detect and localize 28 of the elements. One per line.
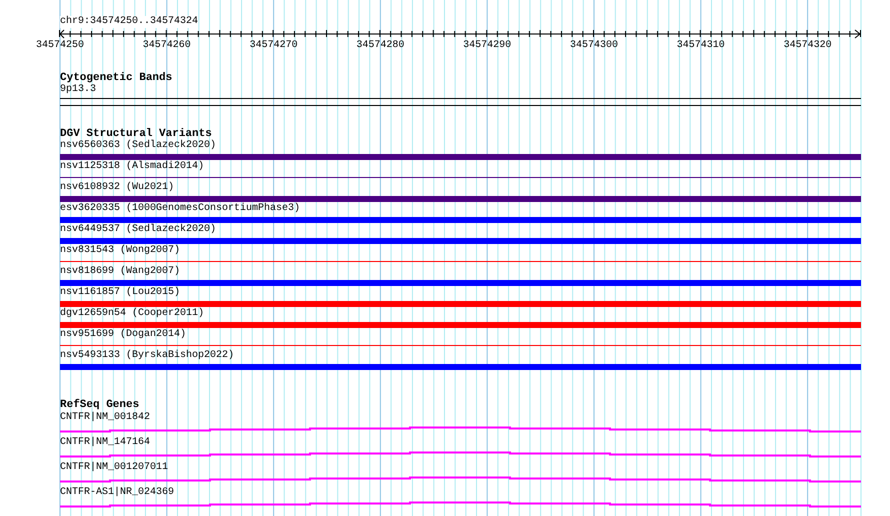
variant-label: nsv818699 (Wang2007) bbox=[60, 266, 180, 278]
ruler-label: 34574320 bbox=[782, 40, 833, 52]
variant-label: nsv6449537 (Sedlazeck2020) bbox=[60, 224, 216, 236]
track-title: DGV Structural Variants bbox=[60, 128, 212, 140]
gene-label: CNTFR-AS1|NR_024369 bbox=[60, 487, 174, 499]
variant-label: esv3620335 (1000GenomesConsortiumPhase3) bbox=[60, 203, 300, 215]
variant-label: dgv12659n54 (Cooper2011) bbox=[60, 308, 204, 320]
variant-label: nsv1125318 (Alsmadi2014) bbox=[60, 161, 204, 173]
variant-label: nsv5493133 (ByrskaBishop2022) bbox=[60, 350, 234, 362]
ruler-label: 34574250 bbox=[34, 40, 85, 52]
gene-label: CNTFR|NM_147164 bbox=[60, 437, 150, 449]
track-title: Cytogenetic Bands bbox=[60, 72, 172, 84]
ruler-label: 34574300 bbox=[568, 40, 619, 52]
ruler-label: 34574270 bbox=[248, 40, 299, 52]
track-title: RefSeq Genes bbox=[60, 399, 140, 411]
gene-label: CNTFR|NM_001207011 bbox=[60, 462, 168, 474]
ruler-label: 34574310 bbox=[676, 40, 726, 52]
variant-label: nsv1161857 (Lou2015) bbox=[60, 287, 180, 299]
ruler-label: 34574290 bbox=[462, 40, 512, 52]
ruler-label: 34574260 bbox=[142, 40, 192, 52]
variant-label: nsv6108932 (Wu2021) bbox=[60, 182, 174, 194]
variant-label: nsv6560363 (Sedlazeck2020) bbox=[60, 140, 216, 152]
ruler-label: 34574280 bbox=[355, 40, 406, 52]
variant-label: nsv831543 (Wong2007) bbox=[60, 245, 180, 257]
band-label: 9p13.3 bbox=[60, 84, 96, 96]
position-label: chr9:34574250..34574324 bbox=[60, 16, 198, 28]
variant-label: nsv951699 (Dogan2014) bbox=[60, 329, 186, 341]
gene-label: CNTFR|NM_001842 bbox=[60, 412, 150, 424]
